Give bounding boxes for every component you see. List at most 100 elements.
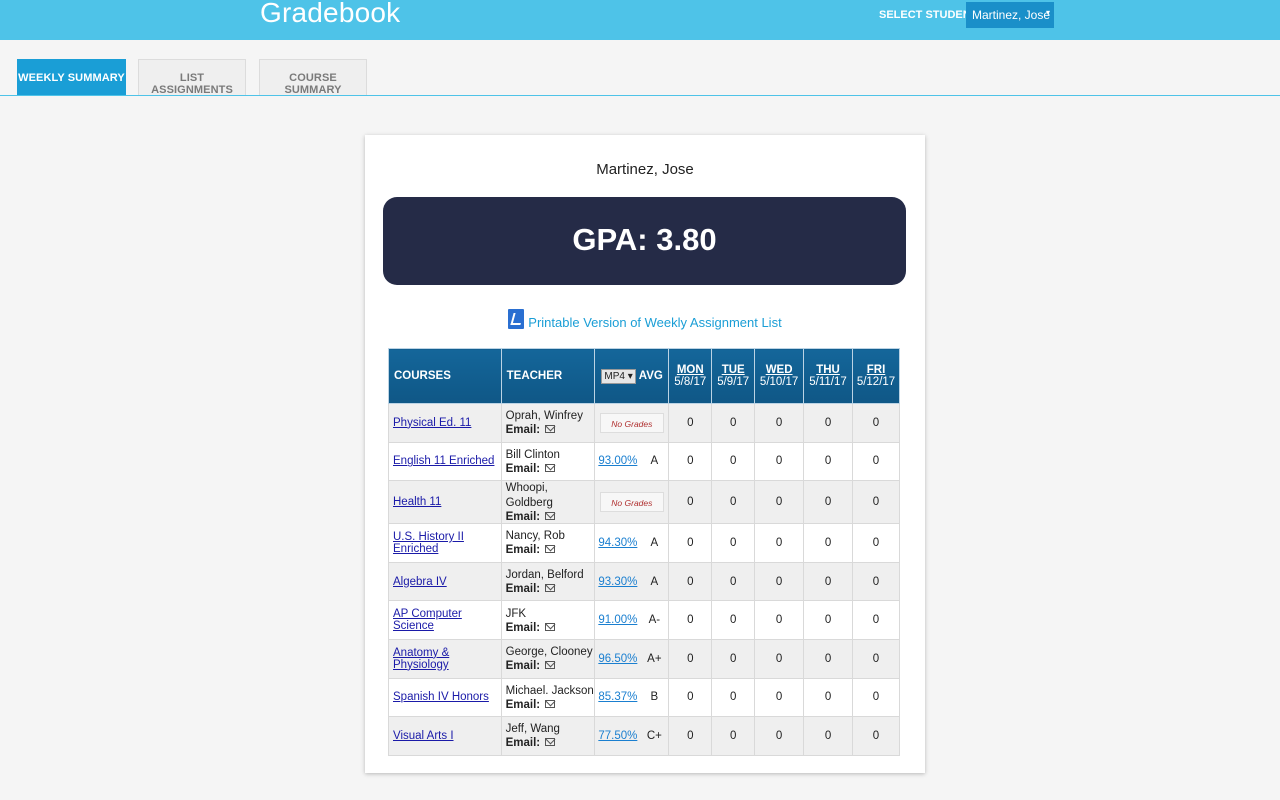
col-day-tue[interactable]: TUE 5/9/17 xyxy=(711,348,756,404)
teacher-cell: Bill Clinton Email: xyxy=(500,441,596,482)
table-row: Algebra IV Jordan, Belford Email: 93.30% A 0… xyxy=(388,561,900,602)
day-grade-cell: 0 xyxy=(754,716,805,756)
day-date: 5/11/17 xyxy=(809,376,847,388)
day-label[interactable]: THU xyxy=(804,364,852,376)
day-label[interactable]: FRI xyxy=(853,364,899,376)
day-grade-cell: 0 xyxy=(668,441,713,482)
day-grade-cell: 0 xyxy=(711,441,756,482)
table-row: Anatomy & Physiology George, Clooney Email… xyxy=(388,638,900,679)
envelope-icon[interactable] xyxy=(545,545,556,554)
day-grade-cell: 0 xyxy=(668,638,713,679)
day-grade-cell: 0 xyxy=(852,441,900,482)
day-grade-cell: 0 xyxy=(711,403,756,443)
course-link[interactable]: U.S. History II Enriched xyxy=(393,531,464,555)
day-grade-cell: 0 xyxy=(754,403,805,443)
avg-cell: No Grades xyxy=(594,403,670,443)
day-grade-cell: 0 xyxy=(711,600,756,640)
print-link-row[interactable]: Printable Version of Weekly Assignment L… xyxy=(365,309,925,330)
table-row: AP Computer Science JFK Email: 91.00% A- 0 0 0… xyxy=(388,600,900,640)
day-grade-cell: 0 xyxy=(852,523,900,563)
course-link[interactable]: Visual Arts I xyxy=(393,730,454,742)
course-cell: English 11 Enriched xyxy=(388,441,502,482)
day-grade-cell: 0 xyxy=(852,403,900,443)
email-label: Email: xyxy=(505,698,541,711)
avg-letter-grade: A- xyxy=(648,614,661,627)
day-label[interactable]: WED xyxy=(755,364,803,376)
avg-percent-link[interactable]: 96.50% xyxy=(598,653,637,665)
day-grade-cell: 0 xyxy=(852,561,900,602)
avg-letter-grade: A+ xyxy=(647,652,662,665)
avg-cell: 93.00% A xyxy=(594,441,670,482)
day-date: 5/9/17 xyxy=(717,376,750,388)
avg-percent-link[interactable]: 91.00% xyxy=(598,614,637,626)
pdf-icon[interactable] xyxy=(508,309,525,329)
course-link[interactable]: Algebra IV xyxy=(393,576,447,588)
avg-percent-link[interactable]: 85.37% xyxy=(598,691,637,703)
top-bar: Gradebook SELECT STUDENT: Martinez, Jose… xyxy=(0,0,1280,40)
marking-period-select[interactable]: MP4 ▾ xyxy=(601,368,636,384)
day-label[interactable]: TUE xyxy=(712,364,754,376)
day-grade-cell: 0 xyxy=(852,716,900,756)
student-select-value: Martinez, Jose xyxy=(972,8,1051,22)
tab-weekly-summary[interactable]: WEEKLY SUMMARY xyxy=(17,59,126,95)
envelope-icon[interactable] xyxy=(545,512,556,521)
envelope-icon[interactable] xyxy=(545,738,556,747)
table-row: Spanish IV Honors Michael. Jackson Email: … xyxy=(388,677,900,718)
avg-letter-grade: B xyxy=(650,691,659,704)
teacher-cell: Whoopi, Goldberg Email: xyxy=(500,480,596,525)
day-grade-cell: 0 xyxy=(803,523,853,563)
col-day-thu[interactable]: THU 5/11/17 xyxy=(803,348,853,404)
tab-course-summary[interactable]: COURSE SUMMARY xyxy=(259,59,367,96)
table-row: Visual Arts I Jeff, Wang Email: 77.50% C+ 0 0… xyxy=(388,716,900,756)
envelope-icon[interactable] xyxy=(545,463,556,472)
envelope-icon[interactable] xyxy=(545,425,556,434)
course-link[interactable]: Physical Ed. 11 xyxy=(393,417,471,429)
course-link[interactable]: English 11 Enriched xyxy=(393,455,494,467)
course-link[interactable]: Health 11 xyxy=(393,496,441,508)
avg-cell: 94.30% A xyxy=(594,523,670,563)
col-day-fri[interactable]: FRI 5/12/17 xyxy=(852,348,900,404)
email-label: Email: xyxy=(505,660,541,673)
day-grade-cell: 0 xyxy=(668,677,713,718)
day-label[interactable]: MON xyxy=(669,364,711,376)
col-courses: COURSES xyxy=(388,348,502,404)
avg-cell: 91.00% A- xyxy=(594,600,670,640)
tab-list-assignments[interactable]: LIST ASSIGNMENTS xyxy=(138,59,246,96)
envelope-icon[interactable] xyxy=(545,622,556,631)
day-grade-cell: 0 xyxy=(803,403,853,443)
email-label: Email: xyxy=(505,544,541,557)
col-day-wed[interactable]: WED 5/10/17 xyxy=(754,348,805,404)
teacher-cell: George, Clooney Email: xyxy=(500,638,596,679)
email-label: Email: xyxy=(505,424,541,437)
avg-cell: No Grades xyxy=(594,480,670,525)
avg-cell: 93.30% A xyxy=(594,561,670,602)
day-grade-cell: 0 xyxy=(711,480,756,525)
course-cell: Physical Ed. 11 xyxy=(388,403,502,443)
day-date: 5/12/17 xyxy=(856,376,896,388)
envelope-icon[interactable] xyxy=(545,584,556,593)
day-grade-cell: 0 xyxy=(711,523,756,563)
avg-percent-link[interactable]: 93.30% xyxy=(598,576,637,588)
day-grade-cell: 0 xyxy=(711,716,756,756)
student-select[interactable]: Martinez, Jose ▾ xyxy=(966,2,1054,28)
course-link[interactable]: Anatomy & Physiology xyxy=(393,647,449,671)
avg-letter-grade: A xyxy=(650,455,659,468)
avg-percent-link[interactable]: 93.00% xyxy=(598,455,637,467)
envelope-icon[interactable] xyxy=(545,661,556,670)
printable-version-link[interactable]: Printable Version of Weekly Assignment L… xyxy=(528,315,781,330)
avg-percent-link[interactable]: 77.50% xyxy=(598,730,637,742)
envelope-icon[interactable] xyxy=(545,699,556,708)
table-header-row: COURSES TEACHER MP4 ▾ AVG MON 5/8/17 TUE 5/… xyxy=(388,348,900,404)
teacher-name: Whoopi, Goldberg xyxy=(505,482,553,510)
day-grade-cell: 0 xyxy=(754,677,805,718)
day-grade-cell: 0 xyxy=(803,561,853,602)
teacher-cell: JFK Email: xyxy=(500,600,596,640)
day-grade-cell: 0 xyxy=(754,441,805,482)
course-link[interactable]: AP Computer Science xyxy=(393,608,462,632)
day-grade-cell: 0 xyxy=(711,561,756,602)
col-day-mon[interactable]: MON 5/8/17 xyxy=(668,348,713,404)
day-grade-cell: 0 xyxy=(852,677,900,718)
course-link[interactable]: Spanish IV Honors xyxy=(393,691,489,703)
day-grade-cell: 0 xyxy=(803,441,853,482)
avg-percent-link[interactable]: 94.30% xyxy=(598,537,637,549)
